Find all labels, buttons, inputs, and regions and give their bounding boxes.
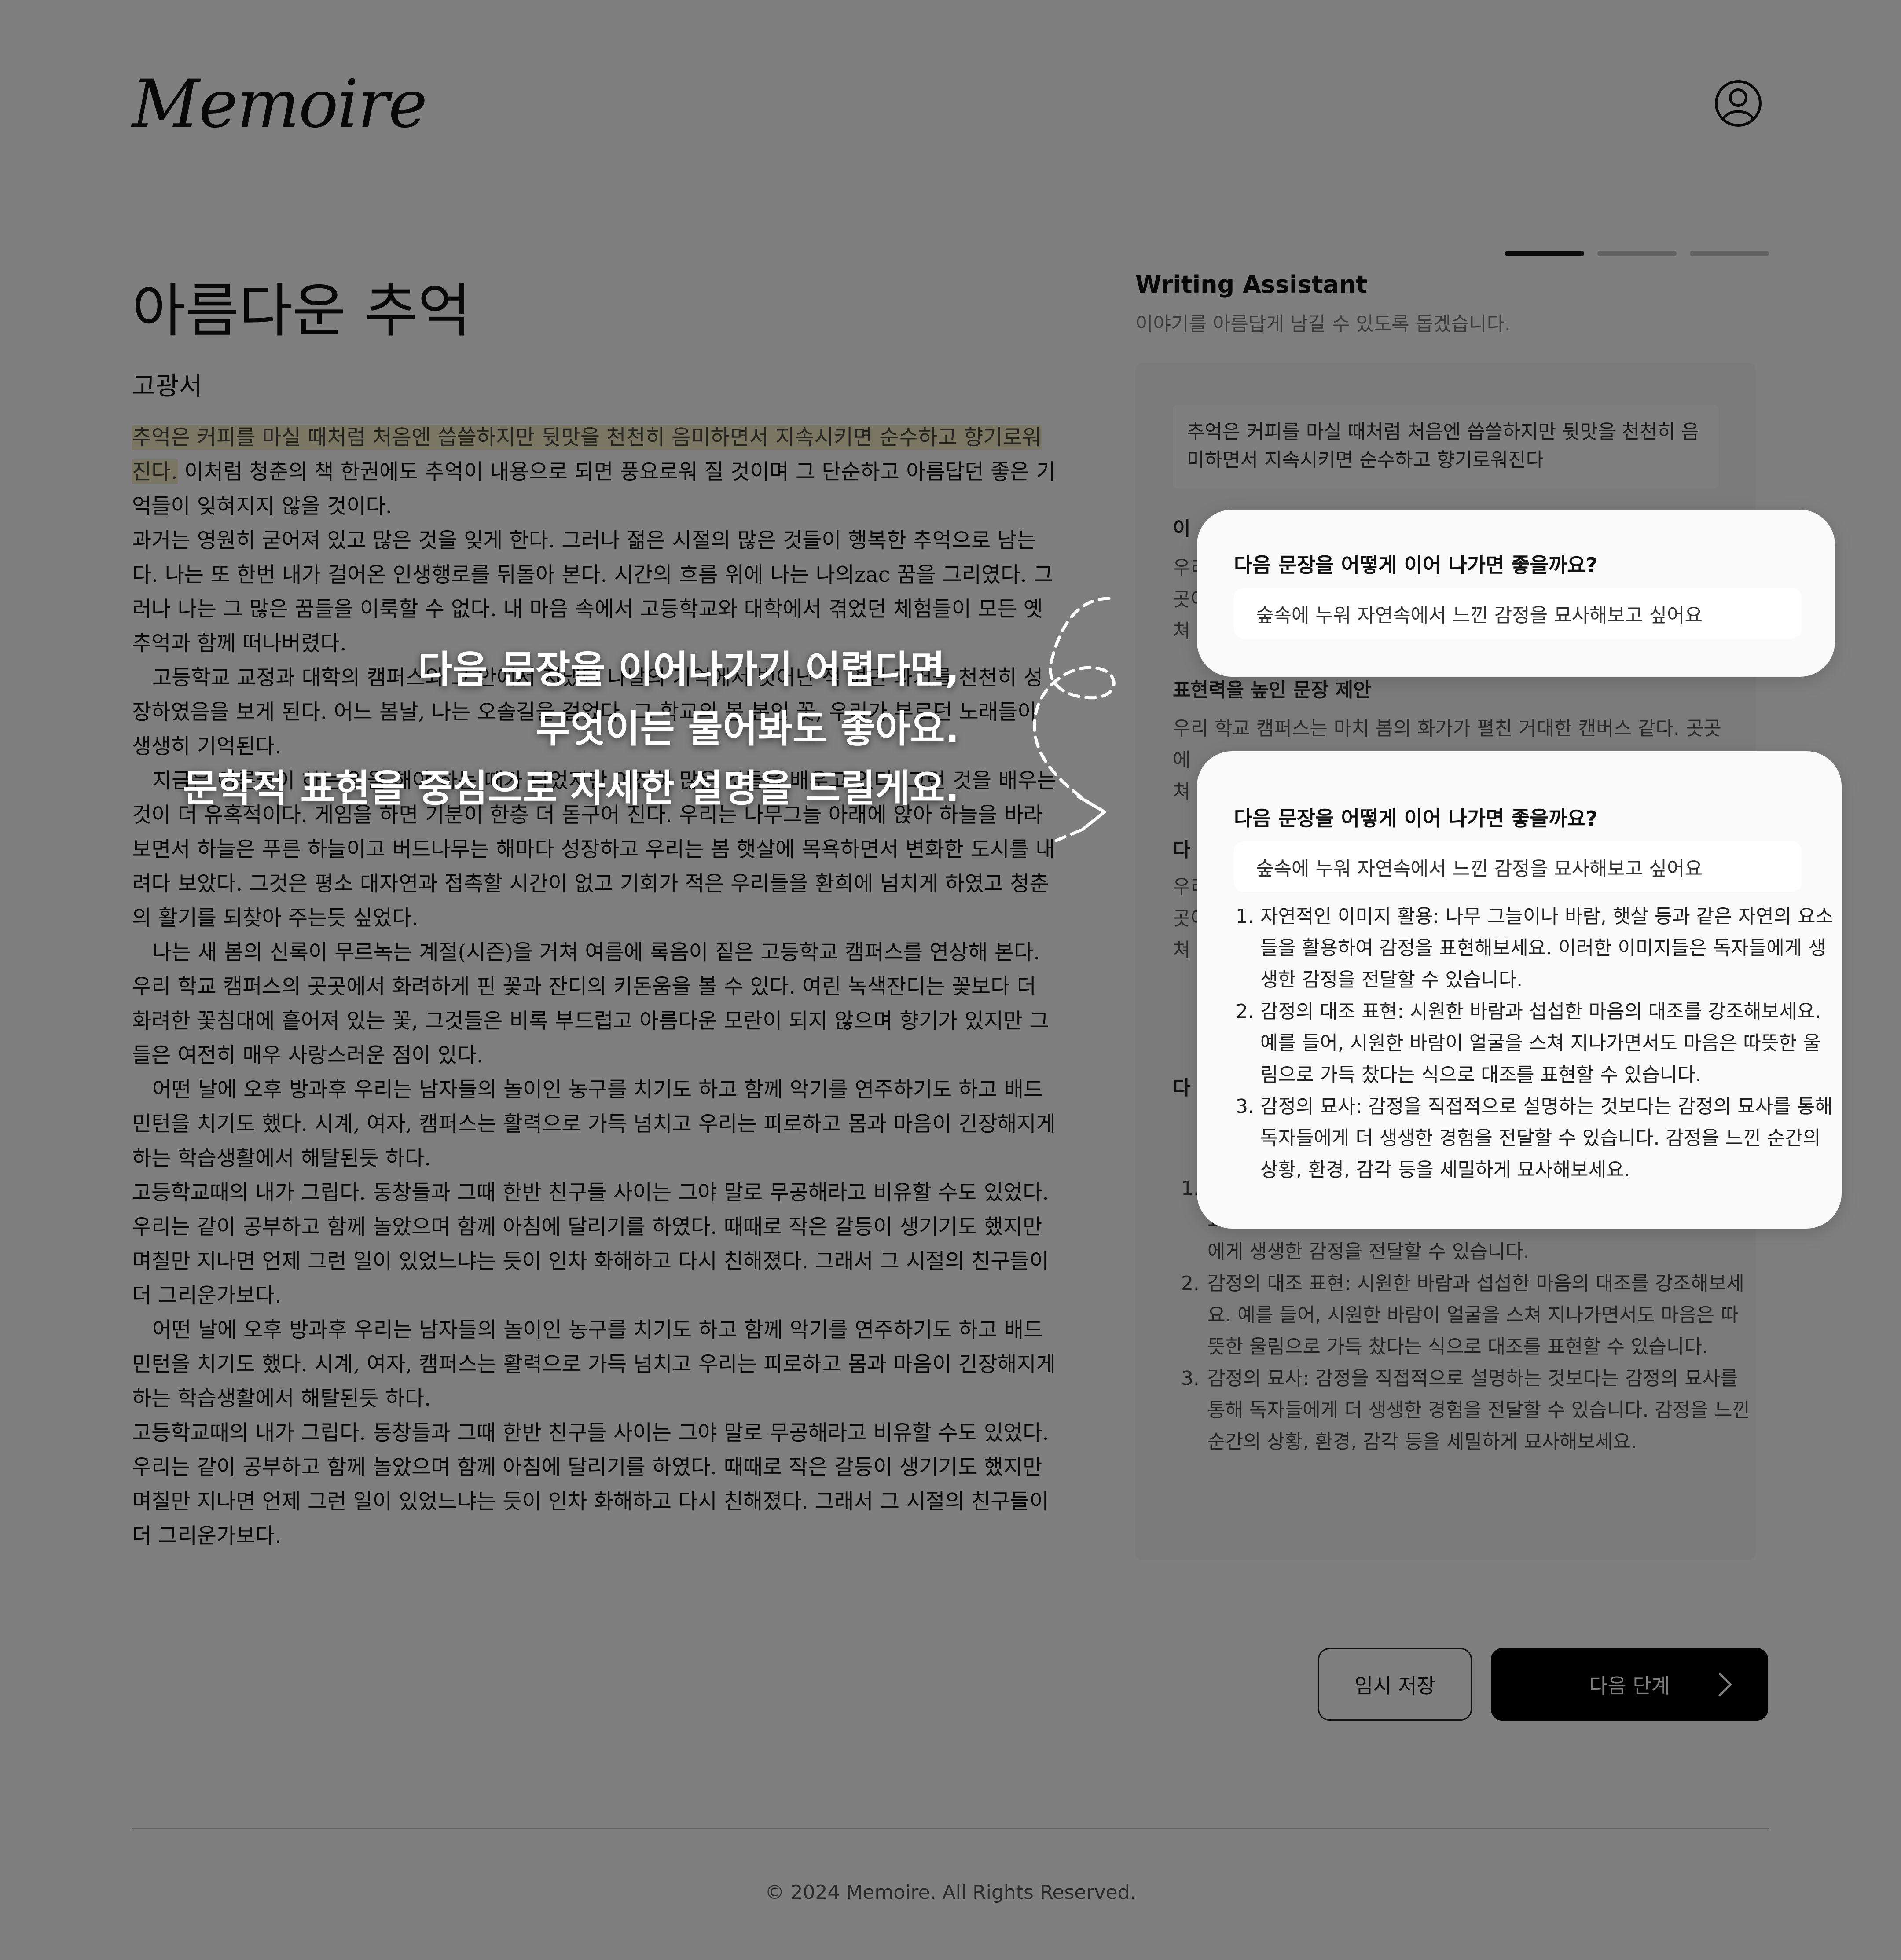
tip-line: 무엇이든 물어봐도 좋아요. (536, 707, 959, 751)
chat-answer-card: 다음 문장을 어떻게 이어 나가면 좋을까요? 숲속에 누워 자연속에서 느낀 … (1197, 751, 1842, 1229)
onboarding-tip: 다음 문장을 이어나가기 어렵다면, 무엇이든 물어봐도 좋아요. 문학적 표현… (132, 640, 959, 819)
chat-input-field[interactable]: 숲속에 누워 자연속에서 느낀 감정을 묘사해보고 싶어요 (1234, 588, 1802, 639)
answer-item: 감정의 대조 표현: 시원한 바람과 섭섭한 마음의 대조를 강조해보세요. 예… (1260, 996, 1837, 1091)
tip-line: 문학적 표현을 중심으로 자세한 설명을 드릴게요. (183, 767, 959, 811)
chat-example-card: 다음 문장을 어떻게 이어 나가면 좋을까요? 숲속에 누워 자연속에서 느낀 … (1197, 510, 1835, 677)
chat-input-field[interactable]: 숲속에 누워 자연속에서 느낀 감정을 묘사해보고 싶어요 (1234, 841, 1802, 892)
answer-item: 감정의 묘사: 감정을 직접적으로 설명하는 것보다는 감정의 묘사를 통해 독… (1260, 1091, 1837, 1186)
chat-answer-list: 자연적인 이미지 활용: 나무 그늘이나 바람, 햇살 등과 같은 자연의 요소… (1234, 901, 1837, 1186)
tip-line: 다음 문장을 이어나가기 어렵다면, (418, 648, 959, 692)
chat-question: 다음 문장을 어떻게 이어 나가면 좋을까요? (1234, 553, 1598, 577)
chat-question: 다음 문장을 어떻게 이어 나가면 좋을까요? (1234, 807, 1598, 830)
curved-arrow-icon (1033, 597, 1116, 842)
answer-item: 자연적인 이미지 활용: 나무 그늘이나 바람, 햇살 등과 같은 자연의 요소… (1260, 901, 1837, 996)
